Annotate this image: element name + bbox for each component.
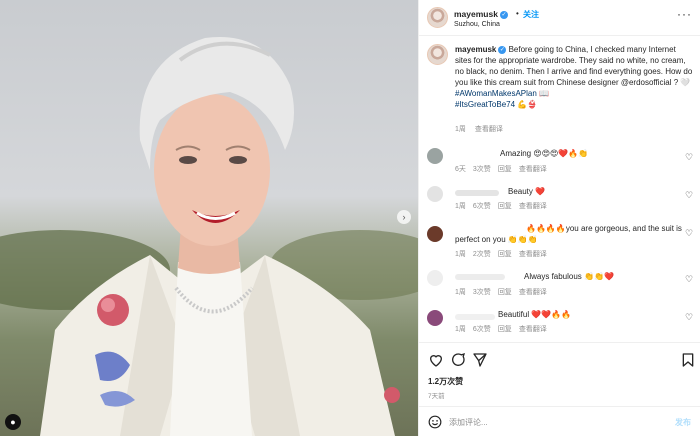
- like-comment-heart-icon[interactable]: ♡: [685, 152, 693, 163]
- reply-button[interactable]: 回复: [498, 251, 512, 258]
- comment-time: 1周: [455, 251, 466, 258]
- post-photo[interactable]: › ●: [0, 0, 418, 436]
- commenter-avatar[interactable]: [427, 310, 443, 326]
- heart-icon[interactable]: [428, 352, 444, 368]
- translate-link[interactable]: 查看翻译: [519, 251, 547, 258]
- comment-meta: 1周 2次赞 回复 查看翻译: [455, 249, 554, 259]
- post-header: mayemusk ✓ • 关注 Suzhou, China ···: [419, 0, 700, 36]
- follow-button[interactable]: 关注: [523, 9, 539, 20]
- translate-link[interactable]: 查看翻译: [519, 289, 547, 296]
- comment-meta: 1周 6次赞 回复 查看翻译: [455, 324, 554, 334]
- comment-input[interactable]: [449, 414, 649, 430]
- comment-time: 1周: [455, 289, 466, 296]
- comment-time: 1周: [455, 203, 466, 210]
- comment-item: Always fabulous 👏👏❤️ 1周 3次赞 回复 查看翻译 ♡: [419, 268, 700, 306]
- like-comment-heart-icon[interactable]: ♡: [685, 312, 693, 323]
- comment-likes[interactable]: 3次赞: [473, 289, 491, 296]
- verified-badge-icon: ✓: [499, 10, 508, 19]
- comment-item: Beauty ❤️ 1周 6次赞 回复 查看翻译 ♡: [419, 184, 700, 222]
- commenter-avatar[interactable]: [427, 270, 443, 286]
- caption-username[interactable]: mayemusk: [455, 45, 496, 54]
- like-comment-heart-icon[interactable]: ♡: [685, 274, 693, 285]
- translate-link[interactable]: 查看翻译: [519, 203, 547, 210]
- comment-text: Beautiful ❤️❤️🔥🔥: [498, 310, 572, 319]
- username-text: mayemusk: [454, 9, 498, 19]
- more-options-icon[interactable]: ···: [677, 7, 692, 21]
- blurred-username[interactable]: [455, 274, 505, 280]
- next-photo-icon[interactable]: ›: [397, 210, 411, 224]
- post-side-panel: mayemusk ✓ • 关注 Suzhou, China ··· mayemus…: [418, 0, 700, 436]
- location-link[interactable]: Suzhou, China: [454, 21, 500, 28]
- username-link[interactable]: mayemusk ✓: [454, 9, 508, 19]
- comment-time: 6天: [455, 166, 466, 173]
- post-comment-button[interactable]: 发布: [675, 417, 691, 428]
- portrait-illustration: [0, 36, 418, 436]
- caption-meta: 1周 查看翻译: [455, 124, 510, 134]
- comment-item: Beautiful ❤️❤️🔥🔥 1周 6次赞 回复 查看翻译 ♡: [419, 306, 700, 344]
- post-actions: 1.2万次赞 7天前: [419, 342, 700, 402]
- reply-button[interactable]: 回复: [498, 289, 512, 296]
- translate-link[interactable]: 查看翻译: [519, 166, 547, 173]
- comment-likes[interactable]: 6次赞: [473, 203, 491, 210]
- caption-avatar[interactable]: [427, 44, 448, 65]
- likes-count[interactable]: 1.2万次赞: [428, 376, 463, 387]
- hashtag-link[interactable]: #AWomanMakesAPlan 📖: [455, 89, 549, 98]
- emoji-icon[interactable]: [428, 415, 442, 429]
- comment-meta: 1周 6次赞 回复 查看翻译: [455, 201, 554, 211]
- comment-text: Amazing 😍😍😍❤️🔥👏: [500, 149, 589, 158]
- comment-likes[interactable]: 2次赞: [473, 251, 491, 258]
- post-date: 7天前: [428, 393, 445, 400]
- like-comment-heart-icon[interactable]: ♡: [685, 190, 693, 201]
- add-comment-bar: 发布: [419, 406, 700, 436]
- comment-text: Beauty ❤️: [508, 187, 546, 196]
- blurred-username[interactable]: [455, 190, 499, 196]
- comment-likes[interactable]: 3次赞: [473, 166, 491, 173]
- tagged-user-icon[interactable]: ●: [5, 414, 21, 430]
- translate-link[interactable]: 查看翻译: [519, 326, 547, 333]
- caption-time: 1周: [455, 126, 466, 133]
- reply-button[interactable]: 回复: [498, 166, 512, 173]
- hashtag-link[interactable]: #ItsGreatToBe74 💪👙: [455, 100, 537, 109]
- comment-text-line1: 🔥🔥🔥🔥you are gorgeous, and the suit is: [526, 224, 682, 233]
- verified-badge-icon: ✓: [498, 45, 507, 54]
- comment-text-line2: perfect on you 👏👏👏: [455, 235, 538, 244]
- comment-meta: 1周 3次赞 回复 查看翻译: [455, 287, 554, 297]
- comment-likes[interactable]: 6次赞: [473, 326, 491, 333]
- comment-time: 1周: [455, 326, 466, 333]
- commenter-avatar[interactable]: [427, 148, 443, 164]
- comment-icon[interactable]: [450, 352, 466, 368]
- comment-item: Amazing 😍😍😍❤️🔥👏 6天 3次赞 回复 查看翻译 ♡: [419, 146, 700, 184]
- reply-button[interactable]: 回复: [498, 203, 512, 210]
- comment-text: Always fabulous 👏👏❤️: [524, 272, 614, 281]
- caption-text: mayemusk ✓ Before going to China, I check…: [455, 44, 693, 110]
- reply-button[interactable]: 回复: [498, 326, 512, 333]
- comment-meta: 6天 3次赞 回复 查看翻译: [455, 164, 554, 174]
- bookmark-icon[interactable]: [680, 352, 696, 368]
- translate-link[interactable]: 查看翻译: [475, 126, 503, 133]
- share-icon[interactable]: [472, 352, 488, 368]
- blurred-username[interactable]: [455, 314, 495, 320]
- like-comment-heart-icon[interactable]: ♡: [685, 228, 693, 239]
- avatar[interactable]: [427, 7, 448, 28]
- commenter-avatar[interactable]: [427, 226, 443, 242]
- separator-dot: •: [516, 9, 519, 18]
- commenter-avatar[interactable]: [427, 186, 443, 202]
- comment-item: 🔥🔥🔥🔥you are gorgeous, and the suit is pe…: [419, 222, 700, 272]
